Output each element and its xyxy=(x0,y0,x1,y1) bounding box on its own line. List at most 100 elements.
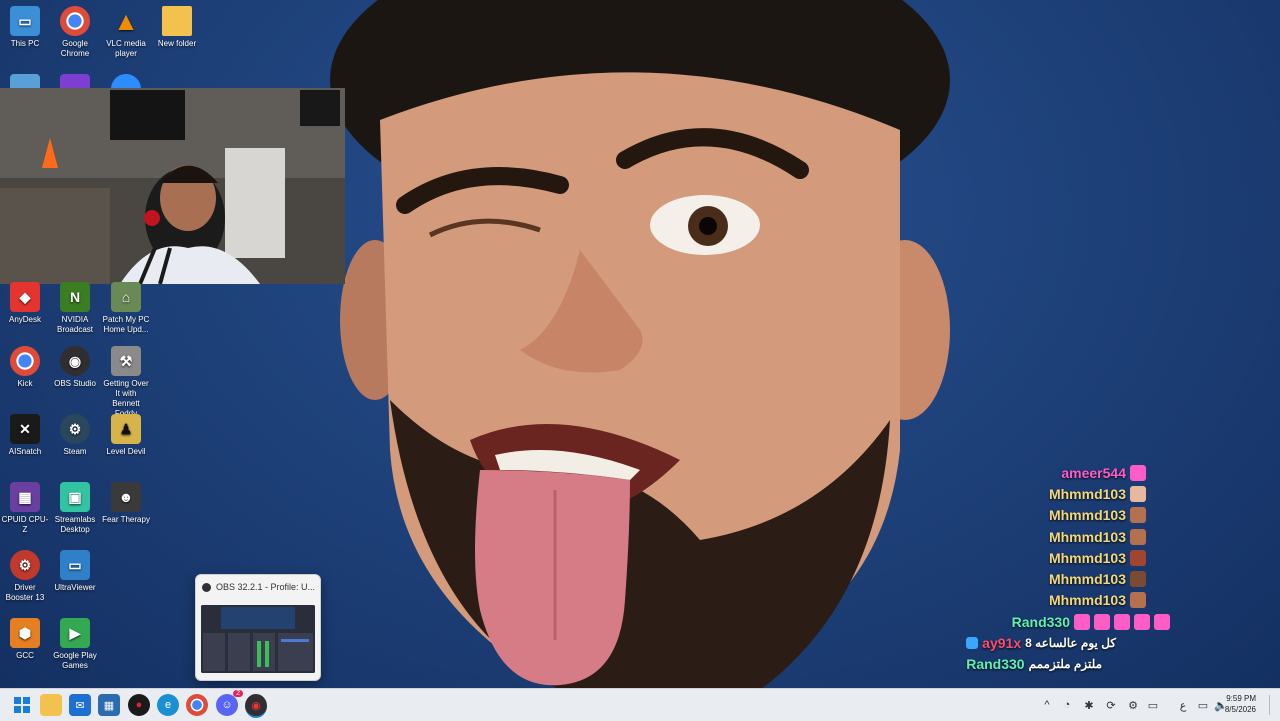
obs-window-preview[interactable]: OBS 32.2.1 - Profile: U... xyxy=(195,574,321,681)
chat-message: ameer544 xyxy=(930,462,1170,483)
app-icon: ✉ xyxy=(75,699,85,712)
desktop-icon-gcc[interactable]: ⬢ GCC xyxy=(0,618,50,661)
desktop-icon-nvidia-broadcast[interactable]: N NVIDIA Broadcast xyxy=(50,282,100,335)
chat-message: ay91x كل يوم عالساعه 8 xyxy=(930,632,1170,653)
chat-username: Mhmmd103 xyxy=(1048,528,1126,545)
desktop-icon-obs-studio[interactable]: ◉ OBS Studio xyxy=(50,346,100,389)
edge-icon: e xyxy=(164,699,172,711)
tray-display-icon[interactable]: ▭ xyxy=(1196,698,1210,712)
windows-icon xyxy=(14,697,30,713)
desktop-icon-label: UltraViewer xyxy=(54,583,96,592)
desktop-icon-vlc[interactable]: ▲ VLC media player xyxy=(101,6,151,59)
obs-preview-titlebar: OBS 32.2.1 - Profile: U... xyxy=(196,575,320,599)
taskbar-file-explorer[interactable] xyxy=(40,694,62,716)
chat-username: ameer544 xyxy=(1061,464,1126,481)
desktop-icon-this-pc[interactable]: ▭ This PC xyxy=(0,6,50,49)
chat-message: Mhmmd103 xyxy=(930,590,1170,611)
clock-time: 9:59 PM xyxy=(1226,694,1256,703)
show-desktop-button[interactable] xyxy=(1269,695,1274,715)
chat-message: Rand330 ملتزم ملتزممم xyxy=(930,654,1170,675)
desktop-icon-label: GCC xyxy=(16,651,34,660)
fear-therapy-icon: ☻ xyxy=(111,482,141,512)
desktop-icon-label: Fear Therapy xyxy=(102,515,150,524)
desktop-icon-driver-booster[interactable]: ⚙ Driver Booster 13 xyxy=(0,550,50,603)
desktop-icon-streamlabs[interactable]: ▣ Streamlabs Desktop xyxy=(50,482,100,535)
taskbar-clock[interactable]: 9:59 PM 8/5/2026 xyxy=(1225,693,1256,715)
chat-username: Mhmmd103 xyxy=(1048,571,1126,588)
start-button[interactable] xyxy=(11,694,33,716)
desktop-icon-fear-therapy[interactable]: ☻ Fear Therapy xyxy=(101,482,151,525)
emote-icon xyxy=(1130,507,1146,524)
desktop-icon-anydesk[interactable]: ◆ AnyDesk xyxy=(0,282,50,325)
emote-icon xyxy=(1134,613,1150,630)
anydesk-icon: ◆ xyxy=(10,282,40,312)
driver-booster-icon: ⚙ xyxy=(10,550,40,580)
chat-message: Mhmmd103 xyxy=(930,505,1170,526)
obs-icon: ◉ xyxy=(251,699,261,712)
desktop-icon-label: OBS Studio xyxy=(54,379,96,388)
language-indicator[interactable]: ع xyxy=(1176,698,1190,712)
chat-message: Mhmmd103 xyxy=(930,547,1170,568)
desktop-icon-label: VLC media player xyxy=(106,39,146,58)
desktop-icon-getting-over-it[interactable]: ⚒ Getting Over It with Bennett Foddy xyxy=(101,346,151,419)
chat-message: Mhmmd103 xyxy=(930,483,1170,504)
desktop-icon-label: CPUID CPU-Z xyxy=(1,515,49,534)
webcam-overlay xyxy=(0,88,345,284)
tray-overflow-chevron-icon[interactable]: ^ xyxy=(1040,698,1054,712)
desktop-icon-label: This PC xyxy=(10,39,40,48)
taskbar-discord[interactable]: ☺ 2 xyxy=(216,690,243,716)
chat-username: Rand330 xyxy=(966,656,1025,673)
desktop-icon-label: Google Play Games xyxy=(53,651,97,670)
desktop-icon-steam[interactable]: ⚙ Steam xyxy=(50,414,100,457)
obs-preview-title: OBS 32.2.1 - Profile: U... xyxy=(216,582,316,592)
emote-icon xyxy=(1074,613,1090,630)
desktop-icon-google-chrome[interactable]: Google Chrome xyxy=(50,6,100,59)
chat-username: Mhmmd103 xyxy=(1048,485,1126,502)
emote-icon xyxy=(1130,592,1146,609)
play-games-icon: ▶ xyxy=(60,618,90,648)
desktop-icon-kick[interactable]: Kick xyxy=(0,346,50,389)
desktop-icon-patch-my-pc[interactable]: ⌂ Patch My PC Home Upd... xyxy=(101,282,151,335)
desktop-icon-ultraviewer[interactable]: ▭ UltraViewer xyxy=(50,550,100,593)
chat-message: Rand330 xyxy=(930,611,1170,632)
taskbar-store[interactable]: ▦ xyxy=(98,694,120,716)
desktop-icon-label: Driver Booster 13 xyxy=(5,583,45,602)
desktop-icon-play-games[interactable]: ▶ Google Play Games xyxy=(50,618,100,671)
taskbar-app-2[interactable]: ● xyxy=(128,694,150,716)
emote-icon xyxy=(1130,571,1146,588)
discord-icon: ☺ xyxy=(221,699,233,711)
desktop-icon-level-devil[interactable]: ♟ Level Devil xyxy=(101,414,151,457)
desktop-icon-label: AISnatch xyxy=(8,447,42,456)
badge-icon xyxy=(966,637,979,650)
emote-icon xyxy=(1130,464,1146,481)
desktop-icon-cpuz[interactable]: ▦ CPUID CPU-Z xyxy=(0,482,50,535)
taskbar: ✉ ▦ ● e ☺ 2 ◉ ^ ◔ ✱ ⟳ ⚙ ▭ ع ▭ 🔈 9:59 PM … xyxy=(0,688,1280,721)
obs-preview-image xyxy=(201,605,315,673)
desktop-icon-label: Steam xyxy=(63,447,87,456)
taskbar-obs[interactable]: ◉ xyxy=(245,694,267,718)
chrome-icon xyxy=(60,6,90,36)
stream-chat-overlay: ameer544 Mhmmd103 Mhmmd103 Mhmmd103 Mhmm… xyxy=(930,462,1170,675)
home-update-icon: ⌂ xyxy=(111,282,141,312)
tray-app-icon[interactable]: ◔ xyxy=(1060,698,1074,712)
chat-username: Mhmmd103 xyxy=(1048,549,1126,566)
taskbar-app-1[interactable]: ✉ xyxy=(69,694,91,716)
chat-username: Mhmmd103 xyxy=(1048,592,1126,609)
desktop-icon-aisnatch[interactable]: ✕ AISnatch xyxy=(0,414,50,457)
obs-icon: ◉ xyxy=(60,346,90,376)
hammer-icon: ⚒ xyxy=(111,346,141,376)
store-icon: ▦ xyxy=(103,699,115,712)
vlc-icon: ▲ xyxy=(113,6,139,36)
desktop-icon-label: Patch My PC Home Upd... xyxy=(102,315,150,334)
taskbar-edge[interactable]: e xyxy=(157,694,179,716)
desktop-icon-new-folder[interactable]: New folder xyxy=(152,6,202,49)
emote-icon xyxy=(1114,613,1130,630)
tray-nvidia-icon[interactable]: ✱ xyxy=(1082,698,1096,712)
desktop-icon-label: New folder xyxy=(157,39,197,48)
taskbar-chrome[interactable] xyxy=(186,694,208,716)
tray-steam-icon[interactable]: ⟳ xyxy=(1104,698,1118,712)
tray-keyboard-icon[interactable]: ▭ xyxy=(1146,698,1160,712)
streamlabs-icon: ▣ xyxy=(60,482,90,512)
aisnatch-icon: ✕ xyxy=(10,414,40,444)
tray-gear-icon[interactable]: ⚙ xyxy=(1126,698,1140,712)
